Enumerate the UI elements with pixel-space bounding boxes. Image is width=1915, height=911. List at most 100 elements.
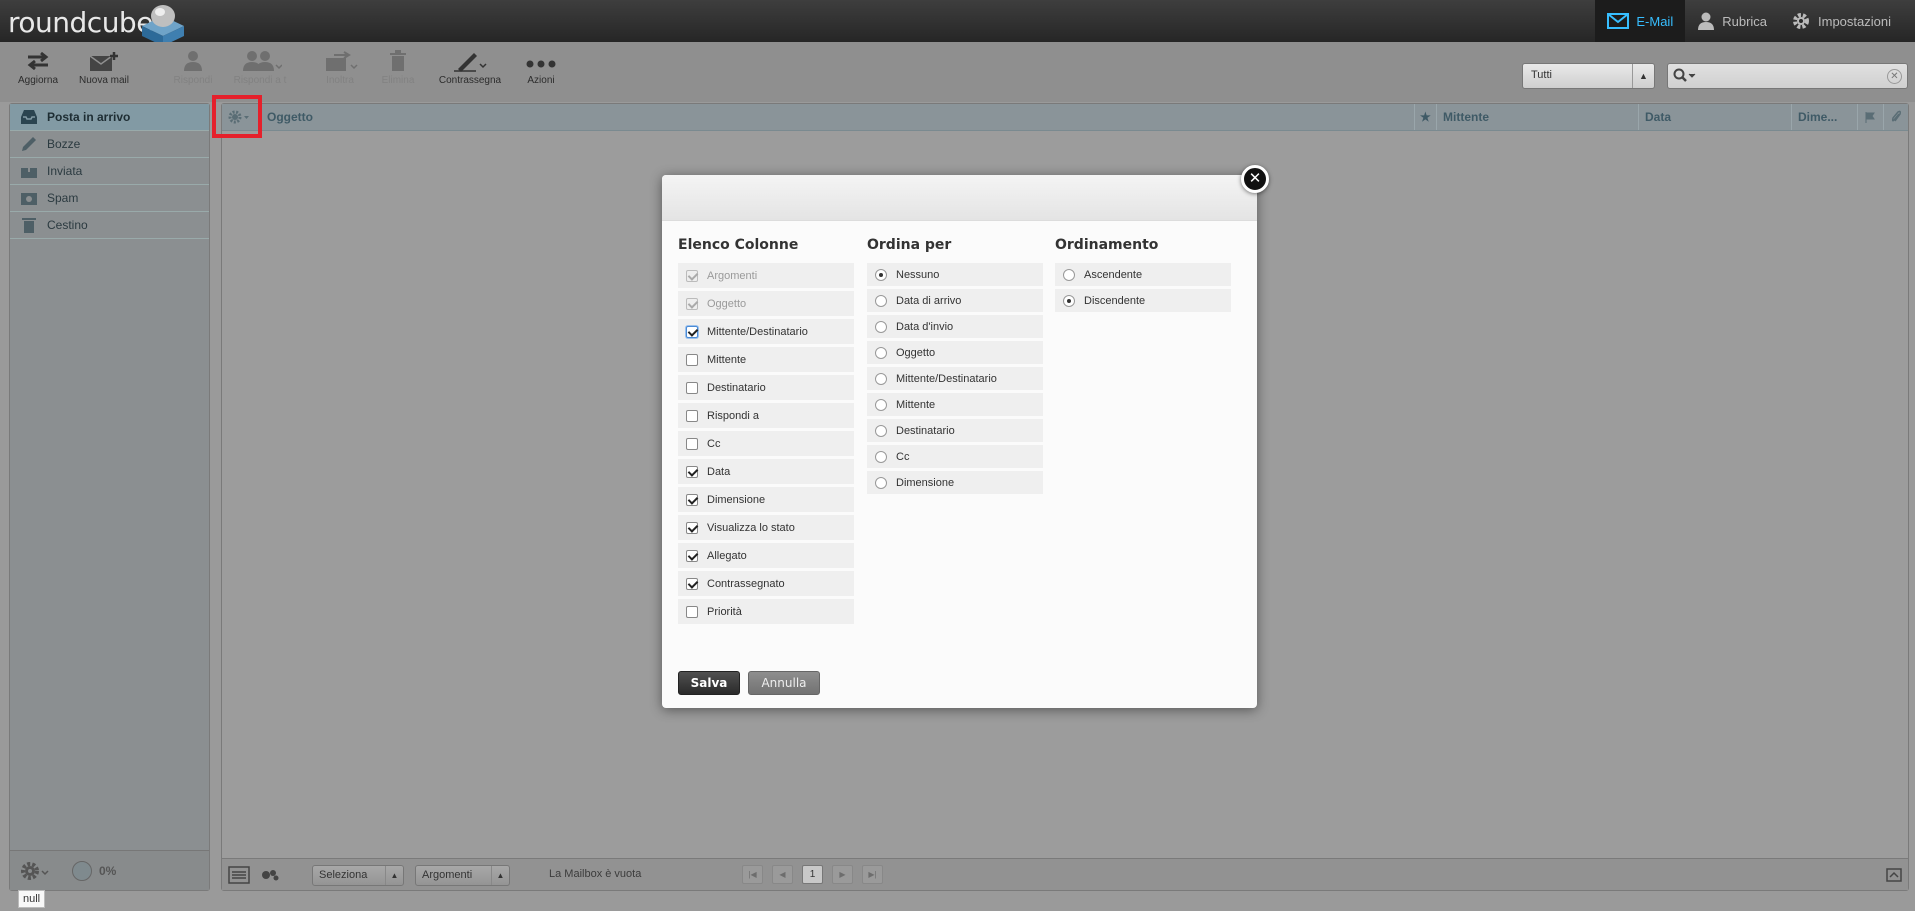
checkbox[interactable] (686, 549, 698, 562)
folder-actions-gear-icon[interactable] (18, 859, 50, 883)
option-label: Visualizza lo stato (707, 521, 795, 534)
column-option[interactable]: Dimensione (678, 487, 854, 512)
nav-mail[interactable]: E-Mail (1595, 0, 1686, 42)
column-status[interactable] (1857, 104, 1883, 130)
sort-option[interactable]: Discendente (1055, 289, 1231, 312)
close-icon: ✕ (1248, 169, 1262, 187)
mark-button[interactable]: Contrassegna (434, 50, 506, 86)
option-label: Destinatario (707, 381, 766, 394)
sort-option[interactable]: Ascendente (1055, 263, 1231, 286)
column-option[interactable]: Data (678, 459, 854, 484)
last-page-button[interactable]: ▶| (862, 865, 883, 884)
forward-button[interactable]: Inoltra (314, 50, 366, 86)
radio-button[interactable] (1063, 294, 1075, 307)
checkbox[interactable] (686, 353, 698, 366)
column-option[interactable]: Priorità (678, 599, 854, 624)
radio-button[interactable] (875, 450, 887, 463)
column-option[interactable]: Contrassegnato (678, 571, 854, 596)
sort-option[interactable]: Nessuno (867, 263, 1043, 286)
checkbox[interactable] (686, 409, 698, 422)
checkbox[interactable] (686, 577, 698, 590)
nav-settings[interactable]: Impostazioni (1779, 0, 1915, 42)
column-attachment[interactable] (1883, 104, 1909, 130)
select-menu[interactable]: Seleziona ▲ (312, 865, 404, 886)
folder-inbox[interactable]: Posta in arrivo (10, 104, 209, 131)
sort-option[interactable]: Mittente (867, 393, 1043, 416)
column-subject[interactable]: Oggetto (260, 104, 1414, 130)
radio-button[interactable] (875, 346, 887, 359)
page-number-input[interactable]: 1 (802, 865, 823, 884)
column-option[interactable]: Destinatario (678, 375, 854, 400)
sort-option[interactable]: Dimensione (867, 471, 1043, 494)
delete-button[interactable]: Elimina (377, 50, 419, 86)
radio-button[interactable] (875, 294, 887, 307)
search-icon[interactable] (1673, 68, 1699, 84)
column-from[interactable]: Mittente (1436, 104, 1638, 130)
column-size[interactable]: Dime... (1791, 104, 1857, 130)
refresh-button[interactable]: Aggiorna (14, 50, 62, 86)
folder-spam[interactable]: Spam (10, 185, 209, 212)
sort-option[interactable]: Mittente/Destinatario (867, 367, 1043, 390)
reply-label: Rispondi (173, 75, 213, 86)
checkbox[interactable] (686, 521, 698, 534)
list-view-icon[interactable] (228, 866, 250, 884)
reply-all-button[interactable]: Rispondi a t (225, 50, 295, 86)
more-actions-button[interactable]: Azioni (520, 50, 562, 86)
folder-sent[interactable]: Inviata (10, 158, 209, 185)
dialog-close-button[interactable]: ✕ (1241, 165, 1269, 193)
quota-indicator: 0% (72, 861, 116, 881)
logo-cube-icon (142, 5, 184, 46)
column-option[interactable]: Mittente/Destinatario (678, 319, 854, 344)
checkbox[interactable] (686, 325, 698, 338)
sort-option[interactable]: Cc (867, 445, 1043, 468)
reset-search-icon[interactable]: ✕ (1887, 69, 1902, 84)
save-button[interactable]: Salva (678, 671, 740, 695)
option-label: Priorità (707, 605, 742, 618)
column-option[interactable]: Cc (678, 431, 854, 456)
sort-option[interactable]: Oggetto (867, 341, 1043, 364)
column-option[interactable]: Rispondi a (678, 403, 854, 428)
radio-button[interactable] (875, 372, 887, 385)
sort-option[interactable]: Data d'invio (867, 315, 1043, 338)
next-page-button[interactable]: ▶ (832, 865, 853, 884)
column-option[interactable]: Mittente (678, 347, 854, 372)
first-page-button[interactable]: |◀ (742, 865, 763, 884)
threads-icon[interactable] (260, 867, 280, 883)
filter-select[interactable]: Tutti ▲ (1522, 63, 1655, 89)
checkbox[interactable] (686, 465, 698, 478)
option-label: Dimensione (707, 493, 766, 506)
radio-button[interactable] (875, 424, 887, 437)
threads-menu[interactable]: Argomenti ▲ (415, 865, 510, 886)
column-option[interactable]: Argomenti (678, 263, 854, 288)
checkbox[interactable] (686, 297, 698, 310)
trash-icon (390, 50, 406, 71)
radio-button[interactable] (875, 320, 887, 333)
column-flag-star[interactable]: ★ (1414, 104, 1436, 130)
nav-contacts[interactable]: Rubrica (1685, 0, 1779, 42)
column-date[interactable]: Data (1638, 104, 1791, 130)
cancel-button[interactable]: Annulla (748, 671, 820, 695)
reply-button[interactable]: Rispondi (168, 50, 218, 86)
sort-option[interactable]: Data di arrivo (867, 289, 1043, 312)
checkbox[interactable] (686, 605, 698, 618)
radio-button[interactable] (1063, 268, 1075, 281)
option-label: Mittente/Destinatario (707, 325, 808, 338)
column-option[interactable]: Allegato (678, 543, 854, 568)
folder-drafts[interactable]: Bozze (10, 131, 209, 158)
sort-option[interactable]: Destinatario (867, 419, 1043, 442)
column-option[interactable]: Oggetto (678, 291, 854, 316)
radio-button[interactable] (875, 398, 887, 411)
search-input[interactable]: ✕ (1667, 63, 1908, 89)
radio-button[interactable] (875, 268, 887, 281)
previous-page-button[interactable]: ◀ (772, 865, 793, 884)
radio-button[interactable] (875, 476, 887, 489)
checkbox[interactable] (686, 493, 698, 506)
folder-trash[interactable]: Cestino (10, 212, 209, 239)
column-option[interactable]: Visualizza lo stato (678, 515, 854, 540)
checkbox[interactable] (686, 269, 698, 282)
compose-button[interactable]: Nuova mail (73, 50, 135, 86)
toggle-preview-icon[interactable] (1886, 868, 1902, 882)
roundcube-logo[interactable]: roundcube (8, 2, 184, 46)
checkbox[interactable] (686, 437, 698, 450)
checkbox[interactable] (686, 381, 698, 394)
